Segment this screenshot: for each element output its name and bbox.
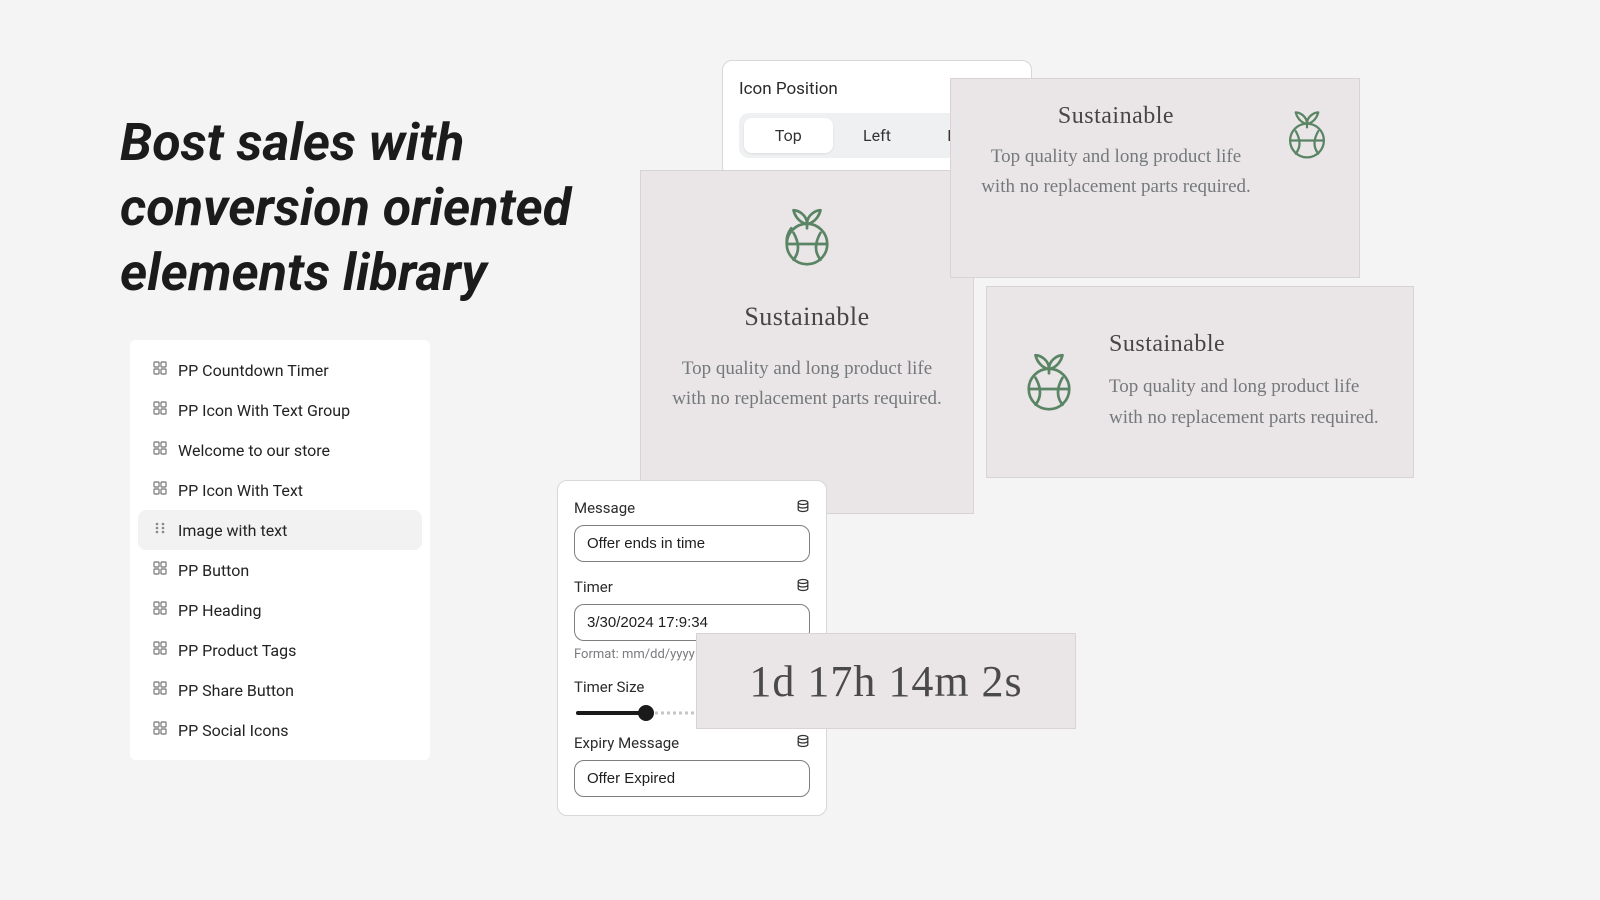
element-list-item-label: Image with text <box>178 521 287 540</box>
element-list-item[interactable]: PP Icon With Text <box>138 470 422 510</box>
block-icon <box>152 720 168 740</box>
drag-handle-icon <box>152 520 168 540</box>
elements-list: PP Countdown Timer PP Icon With Text Grou… <box>130 340 430 760</box>
block-icon <box>152 560 168 580</box>
element-list-item-label: PP Countdown Timer <box>178 361 329 380</box>
eco-globe-icon <box>1013 344 1085 421</box>
block-icon <box>152 680 168 700</box>
element-list-item[interactable]: PP Social Icons <box>138 710 422 750</box>
sustainable-title: Sustainable <box>1109 331 1387 358</box>
icon-position-option-left[interactable]: Left <box>833 118 922 153</box>
element-list-item-label: PP Social Icons <box>178 721 289 740</box>
element-list-item[interactable]: PP Product Tags <box>138 630 422 670</box>
element-list-item-label: Welcome to our store <box>178 441 330 460</box>
datasource-icon[interactable] <box>796 578 810 596</box>
sustainable-desc: Top quality and long product life with n… <box>973 142 1259 203</box>
block-icon <box>152 600 168 620</box>
sustainable-card-top: Sustainable Top quality and long product… <box>640 170 974 514</box>
page-headline: Bost sales with conversion oriented elem… <box>120 110 640 305</box>
datasource-icon[interactable] <box>796 734 810 752</box>
block-icon <box>152 480 168 500</box>
element-list-item[interactable]: PP Heading <box>138 590 422 630</box>
element-list-item[interactable]: PP Icon With Text Group <box>138 390 422 430</box>
expiry-input[interactable] <box>574 760 810 797</box>
element-list-item-label: PP Heading <box>178 601 262 620</box>
sustainable-desc: Top quality and long product life with n… <box>671 354 943 415</box>
message-label: Message <box>574 499 635 517</box>
sustainable-title: Sustainable <box>744 302 869 332</box>
icon-position-option-top[interactable]: Top <box>744 118 833 153</box>
block-icon <box>152 440 168 460</box>
sustainable-title: Sustainable <box>973 103 1259 130</box>
sustainable-desc: Top quality and long product life with n… <box>1109 372 1387 433</box>
block-icon <box>152 360 168 380</box>
datasource-icon[interactable] <box>796 499 810 517</box>
message-input[interactable] <box>574 525 810 562</box>
element-list-item-label: PP Icon With Text Group <box>178 401 350 420</box>
timer-size-label: Timer Size <box>574 678 644 696</box>
element-list-item-label: PP Button <box>178 561 249 580</box>
element-list-item[interactable]: PP Share Button <box>138 670 422 710</box>
timer-label: Timer <box>574 578 613 596</box>
element-list-item[interactable]: PP Button <box>138 550 422 590</box>
eco-globe-icon <box>1277 103 1337 168</box>
element-list-item-label: PP Icon With Text <box>178 481 303 500</box>
block-icon <box>152 640 168 660</box>
sustainable-card-left: Sustainable Top quality and long product… <box>986 286 1414 478</box>
element-list-item[interactable]: Welcome to our store <box>138 430 422 470</box>
sustainable-card-right: Sustainable Top quality and long product… <box>950 78 1360 278</box>
eco-globe-icon <box>771 199 843 276</box>
element-list-item-label: PP Share Button <box>178 681 294 700</box>
element-list-item[interactable]: PP Countdown Timer <box>138 350 422 390</box>
countdown-display: 1d 17h 14m 2s <box>696 633 1076 729</box>
block-icon <box>152 400 168 420</box>
element-list-item[interactable]: Image with text <box>138 510 422 550</box>
element-list-item-label: PP Product Tags <box>178 641 296 660</box>
expiry-label: Expiry Message <box>574 734 679 752</box>
